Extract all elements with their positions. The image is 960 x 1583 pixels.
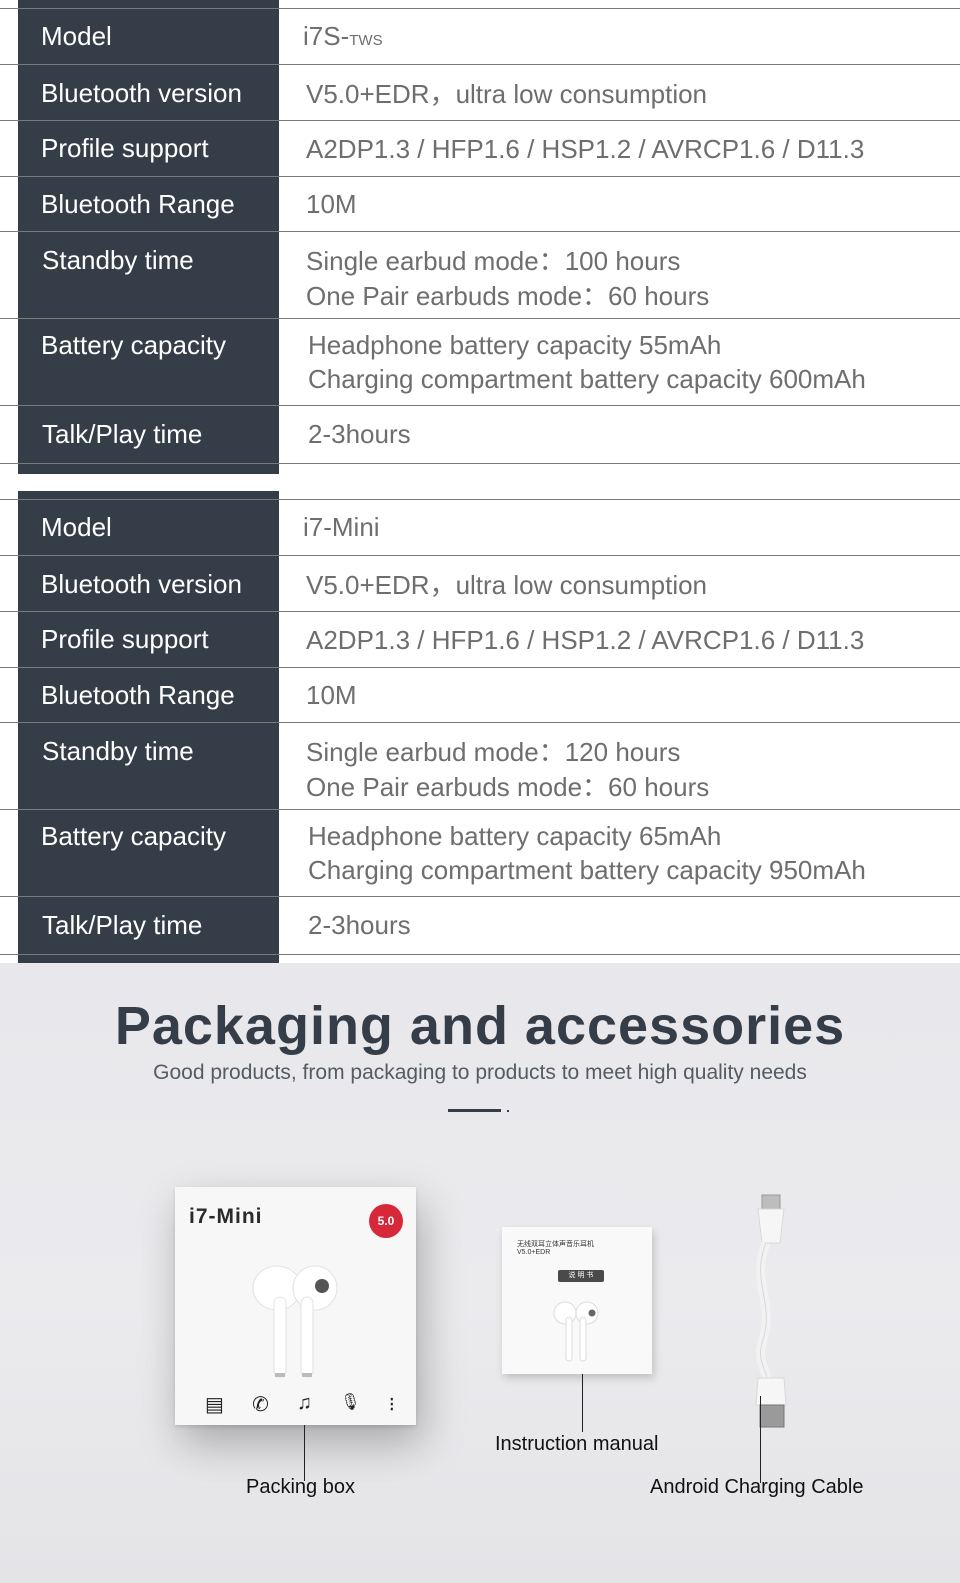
row-label-profile-support: Profile support bbox=[41, 624, 209, 654]
music-note-icon: ♫ bbox=[296, 1392, 312, 1414]
battery-icon: ▤ bbox=[205, 1394, 224, 1416]
row-value-standby-line2: One Pair earbuds mode：60 hours bbox=[306, 281, 710, 311]
leader-line-manual bbox=[582, 1374, 583, 1432]
section-subtitle: Good products, from packaging to product… bbox=[153, 1061, 807, 1084]
divider bbox=[0, 120, 960, 121]
caption-instruction-manual: Instruction manual bbox=[495, 1433, 659, 1455]
model-suffix: tws bbox=[349, 25, 383, 50]
row-label-bluetooth-range: Bluetooth Range bbox=[41, 680, 235, 710]
instruction-manual-image: 无线双耳立体声音乐耳机 V5.0+EDR 说 明 书 bbox=[502, 1227, 652, 1374]
row-label-battery-capacity: Battery capacity bbox=[41, 330, 226, 360]
model-prefix: i7S- bbox=[303, 21, 350, 51]
row-label-talk-play-time: Talk/Play time bbox=[42, 910, 203, 940]
row-label-talk-play-time: Talk/Play time bbox=[42, 419, 203, 449]
leader-line-box bbox=[304, 1425, 305, 1481]
row-value-standby-line2: One Pair earbuds mode：60 hours bbox=[306, 772, 710, 802]
row-label-model: Model bbox=[41, 21, 112, 51]
spec-table-i7s-tws: Model i7S-tws Bluetooth version V5.0+EDR… bbox=[0, 0, 960, 474]
divider bbox=[0, 8, 960, 9]
row-value-standby-line1: Single earbud mode：120 hours bbox=[306, 737, 681, 767]
row-value-bluetooth-version: V5.0+EDR，ultra low consumption bbox=[306, 79, 708, 109]
divider bbox=[0, 499, 960, 500]
divider bbox=[0, 667, 960, 668]
packaging-section: Packaging and accessories Good products,… bbox=[0, 963, 960, 1583]
feature-icons-row: ▤ ✆ ♫ 🎙 ⁝ bbox=[205, 1392, 395, 1417]
decorative-dot bbox=[507, 1110, 509, 1112]
row-value-bluetooth-range: 10M bbox=[306, 680, 357, 710]
packing-box-image: i7-Mini 5.0 ▤ ✆ ♫ 🎙 ⁝ bbox=[175, 1187, 416, 1425]
row-value-talk-play-time: 2-3hours bbox=[308, 910, 411, 940]
voice-icon: ⁝ bbox=[388, 1394, 395, 1416]
divider bbox=[0, 722, 960, 723]
divider bbox=[0, 896, 960, 897]
row-value-battery-line1: Headphone battery capacity 65mAh bbox=[308, 821, 722, 851]
divider bbox=[0, 176, 960, 177]
row-label-bluetooth-version: Bluetooth version bbox=[41, 78, 242, 108]
label-column bbox=[18, 0, 279, 474]
caption-android-charging-cable: Android Charging Cable bbox=[650, 1476, 864, 1498]
row-label-profile-support: Profile support bbox=[41, 133, 209, 163]
section-title: Packaging and accessories bbox=[114, 996, 846, 1056]
divider bbox=[0, 954, 960, 955]
divider bbox=[0, 231, 960, 232]
row-value-battery-line2: Charging compartment battery capacity 60… bbox=[308, 364, 866, 394]
row-value-profile-support: A2DP1.3 / HFP1.6 / HSP1.2 / AVRCP1.6 / D… bbox=[306, 134, 865, 164]
row-value-model: i7S-tws bbox=[303, 19, 383, 55]
row-value-standby-line1: Single earbud mode：100 hours bbox=[306, 246, 681, 276]
row-value-battery-line1: Headphone battery capacity 55mAh bbox=[308, 330, 722, 360]
leader-line-cable bbox=[760, 1396, 761, 1483]
row-label-battery-capacity: Battery capacity bbox=[41, 821, 226, 851]
caption-packing-box: Packing box bbox=[246, 1476, 355, 1498]
label-column bbox=[18, 491, 279, 963]
divider bbox=[0, 611, 960, 612]
microphone-icon: 🎙 bbox=[340, 1394, 361, 1411]
earbuds-illustration bbox=[252, 1265, 338, 1378]
divider bbox=[0, 405, 960, 406]
divider bbox=[0, 555, 960, 556]
charging-cable-image bbox=[755, 1194, 787, 1428]
decorative-bar bbox=[448, 1109, 501, 1112]
spec-table-i7-mini: Model i7-Mini Bluetooth version V5.0+EDR… bbox=[0, 491, 960, 963]
row-label-standby-time: Standby time bbox=[42, 245, 194, 275]
manual-earbuds-illustration bbox=[553, 1301, 599, 1362]
divider bbox=[0, 318, 960, 319]
row-label-bluetooth-version: Bluetooth version bbox=[41, 569, 242, 599]
row-value-bluetooth-range: 10M bbox=[306, 189, 357, 219]
phone-icon: ✆ bbox=[252, 1394, 269, 1416]
row-value-bluetooth-version: V5.0+EDR，ultra low consumption bbox=[306, 570, 708, 600]
row-label-model: Model bbox=[41, 512, 112, 542]
row-value-profile-support: A2DP1.3 / HFP1.6 / HSP1.2 / AVRCP1.6 / D… bbox=[306, 625, 865, 655]
row-label-standby-time: Standby time bbox=[42, 736, 194, 766]
row-value-battery-line2: Charging compartment battery capacity 95… bbox=[308, 855, 866, 885]
row-value-talk-play-time: 2-3hours bbox=[308, 419, 411, 449]
row-label-bluetooth-range: Bluetooth Range bbox=[41, 189, 235, 219]
divider bbox=[0, 809, 960, 810]
divider bbox=[0, 463, 960, 464]
row-value-model: i7-Mini bbox=[303, 512, 380, 542]
divider bbox=[0, 64, 960, 65]
